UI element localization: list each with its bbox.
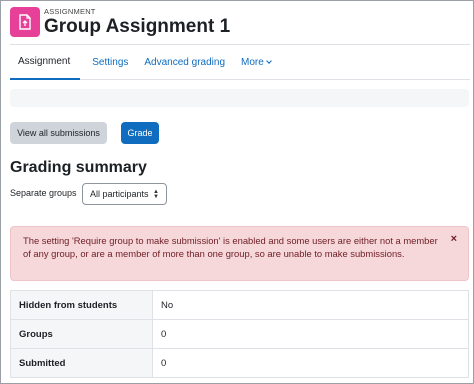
activity-info-bar	[10, 89, 469, 107]
section-title: Grading summary	[10, 159, 147, 176]
tab-settings[interactable]: Settings	[84, 45, 136, 80]
alert-message: The setting 'Require group to make submi…	[23, 235, 438, 259]
groups-select[interactable]: All participants ▲ ▼	[82, 183, 167, 205]
tab-more[interactable]: More	[233, 45, 279, 80]
row-value: 0	[152, 319, 469, 349]
page-header: ASSIGNMENT Group Assignment 1	[10, 6, 230, 38]
view-all-submissions-button[interactable]: View all submissions	[10, 122, 107, 144]
close-icon[interactable]: ×	[451, 233, 457, 245]
table-row: Submitted 0	[10, 348, 469, 378]
assignment-icon	[10, 7, 40, 37]
row-label: Hidden from students	[10, 290, 153, 320]
grade-button[interactable]: Grade	[121, 122, 159, 144]
activity-type-label: ASSIGNMENT	[44, 6, 96, 16]
secondary-navigation: Assignment Settings Advanced grading Mor…	[10, 44, 470, 80]
table-row: Hidden from students No	[10, 290, 469, 320]
row-value: No	[152, 290, 469, 320]
page-title: Group Assignment 1	[44, 15, 231, 37]
row-label: Groups	[10, 319, 153, 349]
row-value: 0	[152, 348, 469, 378]
warning-alert: The setting 'Require group to make submi…	[10, 226, 469, 281]
tab-more-label: More	[241, 56, 264, 68]
tab-advanced-grading[interactable]: Advanced grading	[136, 45, 233, 80]
row-label: Submitted	[10, 348, 153, 378]
grading-summary-table: Hidden from students No Groups 0 Submitt…	[10, 290, 469, 378]
groups-select-value: All participants	[90, 189, 149, 199]
select-arrows-icon: ▲ ▼	[153, 189, 159, 200]
groups-filter-label: Separate groups	[10, 188, 77, 198]
tab-assignment[interactable]: Assignment	[10, 45, 81, 80]
chevron-down-icon	[265, 57, 272, 64]
table-row: Groups 0	[10, 319, 469, 349]
